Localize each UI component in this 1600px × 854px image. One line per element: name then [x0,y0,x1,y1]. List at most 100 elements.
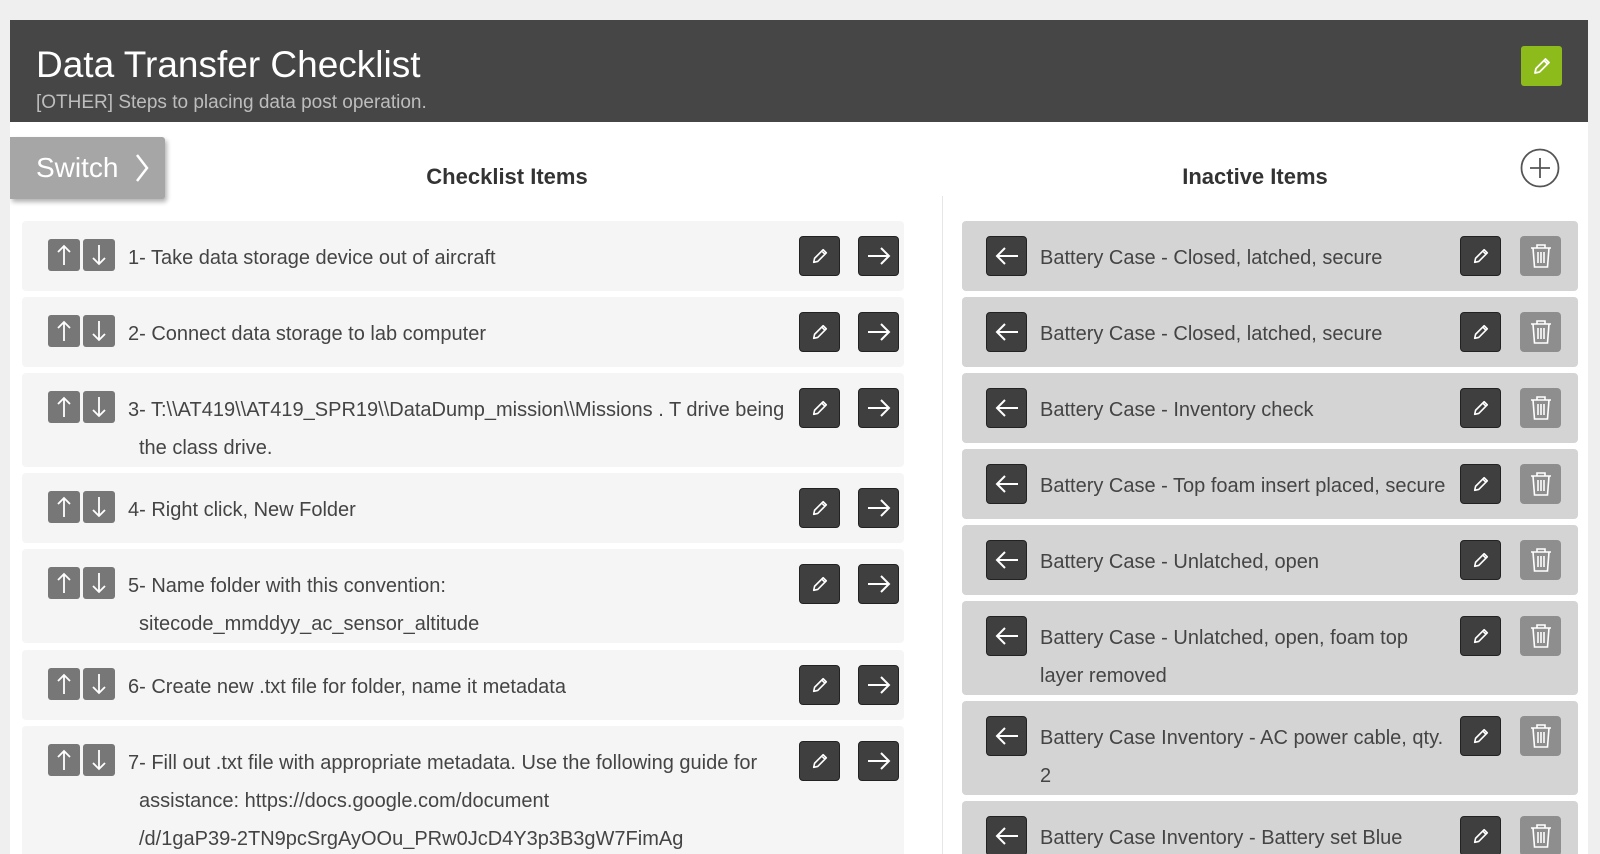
activate-item-button[interactable] [986,388,1027,428]
item-text: Battery Case - Inventory check [1040,399,1314,421]
move-down-button[interactable] [83,391,115,423]
item-text: Battery Case - Unlatched, open [1040,551,1320,573]
item-text-continued: layer removed [1040,665,1167,687]
item-text: 3- T:\\AT419\\AT419_SPR19\\DataDump_miss… [128,399,785,421]
edit-item-button[interactable] [1460,540,1501,580]
move-down-button[interactable] [83,567,115,599]
deactivate-item-button[interactable] [858,741,899,781]
arrow-down-icon [92,573,106,594]
delete-item-button[interactable] [1520,816,1561,854]
move-up-button[interactable] [48,491,80,523]
arrow-left-icon [995,399,1018,417]
move-up-button[interactable] [48,391,80,423]
pencil-icon [1473,552,1488,568]
deactivate-item-button[interactable] [858,665,899,705]
delete-item-button[interactable] [1520,236,1561,276]
deactivate-item-button[interactable] [858,564,899,604]
pencil-icon [812,576,827,592]
trash-icon [1530,548,1551,572]
switch-button[interactable]: Switch [10,137,165,199]
activate-item-button[interactable] [986,616,1027,656]
move-down-button[interactable] [83,744,115,776]
edit-item-button[interactable] [1460,616,1501,656]
pencil-icon [812,500,827,516]
arrow-left-icon [995,247,1018,265]
checklist-item: 2- Connect data storage to lab computer [22,297,904,367]
edit-item-button[interactable] [799,665,840,705]
edit-item-button[interactable] [1460,816,1501,854]
activate-item-button[interactable] [986,236,1027,276]
delete-item-button[interactable] [1520,540,1561,580]
activate-item-button[interactable] [986,716,1027,756]
item-text: 1- Take data storage device out of aircr… [128,247,496,269]
arrow-right-icon [867,399,890,417]
checklist-item: 3- T:\\AT419\\AT419_SPR19\\DataDump_miss… [22,373,904,467]
arrow-down-icon [92,397,106,418]
activate-item-button[interactable] [986,816,1027,854]
move-up-button[interactable] [48,239,80,271]
item-text: Battery Case - Top foam insert placed, s… [1040,475,1446,497]
delete-item-button[interactable] [1520,616,1561,656]
edit-item-button[interactable] [799,564,840,604]
item-text-continued: /d/1gaP39-2TN9pcSrgAyOOu_PRw0JcD4Y3p3B3g… [139,828,684,850]
arrow-right-icon [867,676,890,694]
pencil-icon [812,248,827,264]
edit-item-button[interactable] [799,488,840,528]
activate-item-button[interactable] [986,312,1027,352]
arrow-right-icon [867,752,890,770]
trash-icon [1530,824,1551,848]
pencil-icon [1473,728,1488,744]
item-text-continued: assistance: https://docs.google.com/docu… [139,790,550,812]
add-item-button[interactable] [1520,148,1560,188]
edit-item-button[interactable] [799,741,840,781]
deactivate-item-button[interactable] [858,312,899,352]
arrow-down-icon [92,750,106,771]
pencil-icon [812,677,827,693]
trash-icon [1530,724,1551,748]
pencil-icon [1473,324,1488,340]
item-text-continued: sitecode_mmddyy_ac_sensor_altitude [139,613,480,635]
deactivate-item-button[interactable] [858,388,899,428]
inactive-item: Battery Case Inventory - Battery set Blu… [962,801,1578,854]
edit-item-button[interactable] [799,388,840,428]
pencil-icon [812,753,827,769]
move-down-button[interactable] [83,491,115,523]
pencil-icon [812,400,827,416]
edit-item-button[interactable] [1460,464,1501,504]
delete-item-button[interactable] [1520,312,1561,352]
arrow-left-icon [995,627,1018,645]
edit-checklist-button[interactable] [1521,46,1562,86]
edit-item-button[interactable] [1460,388,1501,428]
move-up-button[interactable] [48,567,80,599]
inactive-items-heading: Inactive Items [1182,164,1328,189]
page-header: Data Transfer Checklist [OTHER] Steps to… [10,20,1588,122]
inactive-item: Battery Case - Top foam insert placed, s… [962,449,1578,519]
edit-item-button[interactable] [799,236,840,276]
edit-item-button[interactable] [1460,312,1501,352]
activate-item-button[interactable] [986,464,1027,504]
move-up-button[interactable] [48,668,80,700]
delete-item-button[interactable] [1520,716,1561,756]
move-down-button[interactable] [83,315,115,347]
edit-item-button[interactable] [1460,716,1501,756]
move-down-button[interactable] [83,668,115,700]
deactivate-item-button[interactable] [858,236,899,276]
delete-item-button[interactable] [1520,464,1561,504]
arrow-down-icon [92,497,106,518]
checklist-item: 6- Create new .txt file for folder, name… [22,650,904,720]
inactive-item: Battery Case - Unlatched, open [962,525,1578,595]
edit-item-button[interactable] [799,312,840,352]
activate-item-button[interactable] [986,540,1027,580]
edit-item-button[interactable] [1460,236,1501,276]
arrow-left-icon [995,727,1018,745]
move-down-button[interactable] [83,239,115,271]
move-up-button[interactable] [48,744,80,776]
arrow-up-icon [57,396,71,417]
deactivate-item-button[interactable] [858,488,899,528]
item-text: Battery Case Inventory - AC power cable,… [1040,727,1444,749]
delete-item-button[interactable] [1520,388,1561,428]
checklist-item: 7- Fill out .txt file with appropriate m… [22,726,904,854]
arrow-left-icon [995,475,1018,493]
move-up-button[interactable] [48,315,80,347]
arrow-up-icon [57,673,71,694]
